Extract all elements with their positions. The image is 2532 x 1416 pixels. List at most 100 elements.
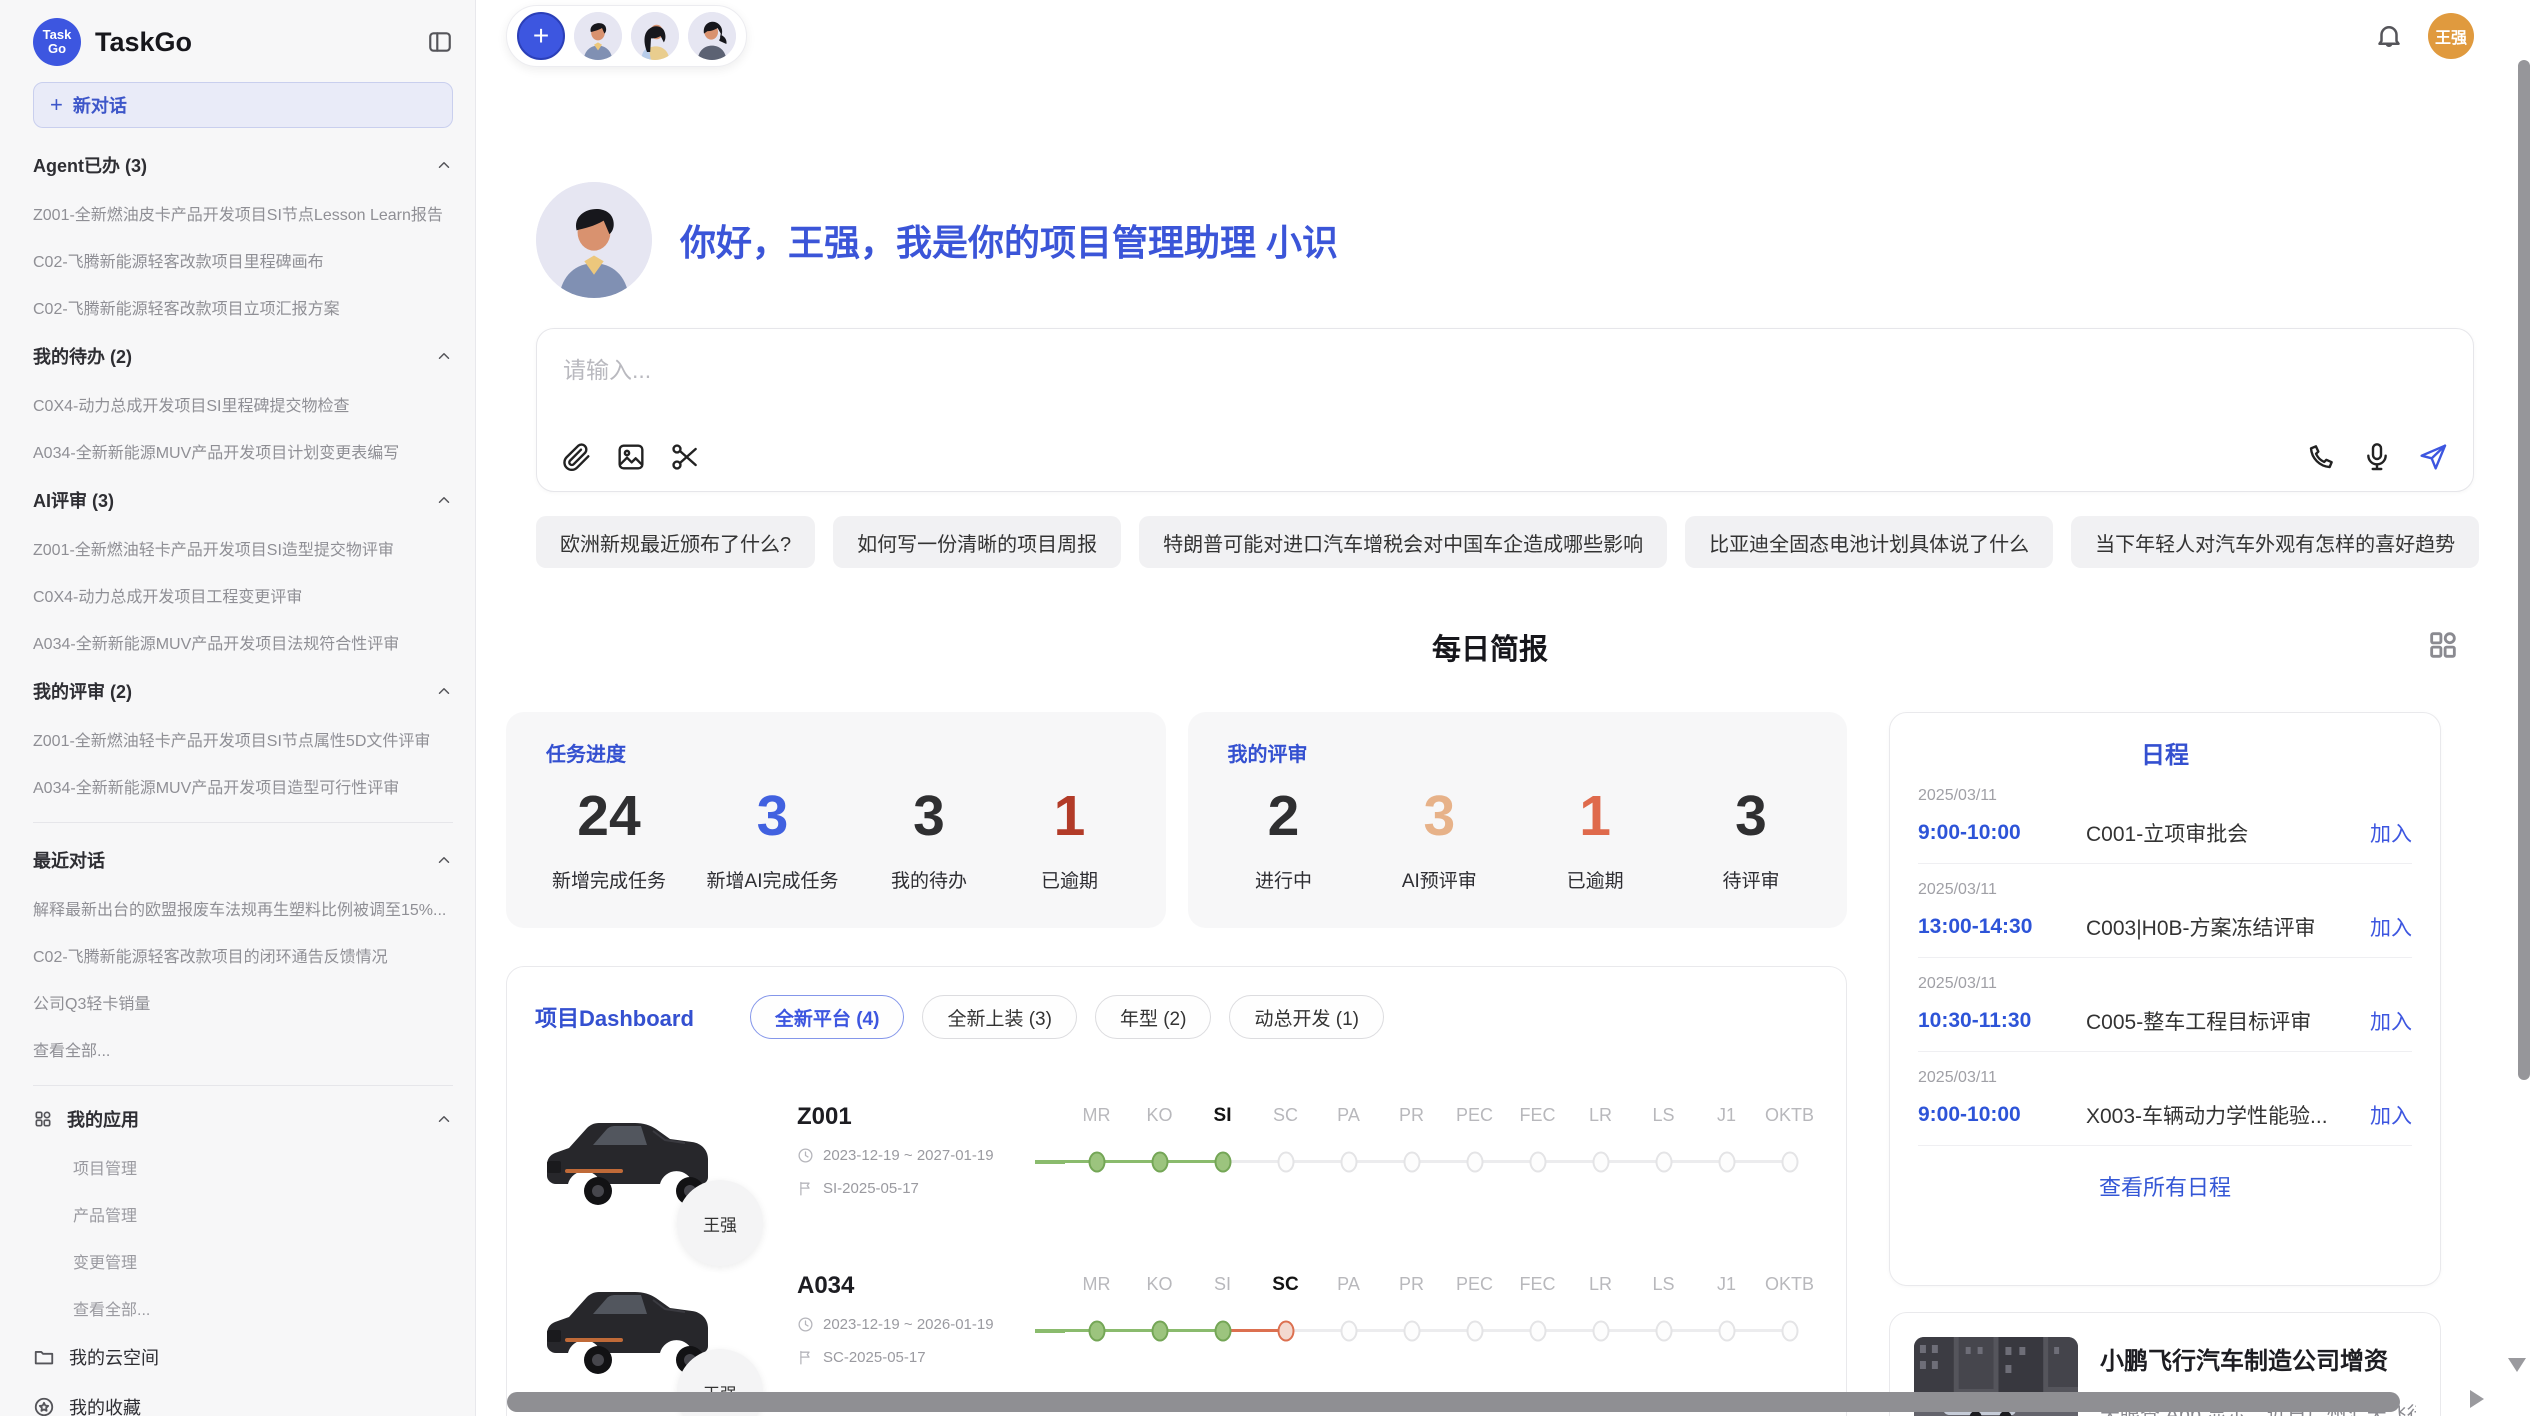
sidebar-item[interactable]: A034-全新新能源MUV产品开发项目计划变更表编写 [33,439,453,463]
stat-item[interactable]: 3 AI预评审 [1389,785,1489,893]
sidebar-item[interactable]: Z001-全新燃油皮卡产品开发项目SI节点Lesson Learn报告 [33,201,453,225]
assistant-avatar-1[interactable] [574,12,622,60]
sidebar-section-header[interactable]: 我的评审 (2) [33,678,453,704]
dashboard-filter-tab[interactable]: 动总开发 (1) [1229,995,1384,1039]
chevron-up-icon[interactable] [435,851,453,869]
sidebar-item[interactable]: Z001-全新燃油轻卡产品开发项目SI节点属性5D文件评审 [33,727,453,751]
chevron-up-icon[interactable] [435,682,453,700]
milestone-dot[interactable] [1466,1320,1483,1341]
vertical-scrollbar[interactable] [2518,60,2530,1080]
snippet-button[interactable] [669,441,701,473]
milestone-dot[interactable] [1277,1151,1294,1172]
milestone-dot[interactable] [1529,1320,1546,1341]
chevron-up-icon[interactable] [435,1110,453,1128]
dashboard-filter-tab[interactable]: 全新平台 (4) [750,995,905,1039]
assistant-avatar-2[interactable] [631,12,679,60]
milestone-dot[interactable] [1655,1151,1672,1172]
sidebar-item[interactable]: A034-全新新能源MUV产品开发项目造型可行性评审 [33,774,453,798]
milestone-dot[interactable] [1781,1151,1798,1172]
chevron-up-icon[interactable] [435,156,453,174]
recent-chat-item[interactable]: C02-飞腾新能源轻客改款项目的闭环通告反馈情况 [33,943,453,967]
microphone-button[interactable] [2361,441,2393,473]
milestone-dot[interactable] [1529,1151,1546,1172]
milestone-dot[interactable] [1214,1320,1231,1341]
my-apps-header[interactable]: 我的应用 [33,1106,453,1132]
new-chat-button[interactable]: + 新对话 [33,82,453,128]
add-assistant-button[interactable]: + [517,12,565,60]
scroll-down-arrow[interactable] [2508,1358,2526,1372]
sidebar-section-header[interactable]: Agent已办 (3) [33,152,453,178]
dashboard-filter-tab[interactable]: 全新上装 (3) [922,995,1077,1039]
app-menu-item[interactable]: 查看全部... [73,1296,453,1320]
sidebar-item[interactable]: Z001-全新燃油轻卡产品开发项目SI造型提交物评审 [33,536,453,560]
layout-grid-button[interactable] [2426,628,2460,662]
sidebar-section-header[interactable]: AI评审 (3) [33,487,453,513]
sidebar-item[interactable]: C02-飞腾新能源轻客改款项目里程碑画布 [33,248,453,272]
milestone-dot[interactable] [1403,1151,1420,1172]
stat-item[interactable]: 2 进行中 [1234,785,1334,893]
event-join-link[interactable]: 加入 [2370,912,2412,942]
recent-chats-header[interactable]: 最近对话 [33,847,453,873]
app-menu-item[interactable]: 项目管理 [73,1155,453,1179]
chat-input[interactable] [563,351,2447,411]
chevron-up-icon[interactable] [435,347,453,365]
scroll-right-arrow[interactable] [2470,1390,2484,1408]
app-menu-item[interactable]: 变更管理 [73,1249,453,1273]
milestone-dot[interactable] [1718,1320,1735,1341]
app-menu-item[interactable]: 产品管理 [73,1202,453,1226]
voice-call-button[interactable] [2305,441,2337,473]
project-row[interactable]: 王强 Z001 2023-12-19 ~ 2027-01-19 [535,1103,1818,1208]
stat-item[interactable]: 1 已逾期 [1545,785,1645,893]
milestone-dot[interactable] [1151,1320,1168,1341]
sidebar-item-favorites[interactable]: 我的收藏 [33,1394,453,1416]
sidebar-item[interactable]: C0X4-动力总成开发项目SI里程碑提交物检查 [33,392,453,416]
milestone-dot[interactable] [1340,1320,1357,1341]
stat-item[interactable]: 24 新增完成任务 [552,785,666,893]
dashboard-filter-tab[interactable]: 年型 (2) [1095,995,1212,1039]
suggestion-chip[interactable]: 欧洲新规最近颁布了什么? [536,516,815,568]
milestone-dot[interactable] [1655,1320,1672,1341]
milestone-dot[interactable] [1718,1151,1735,1172]
event-join-link[interactable]: 加入 [2370,1100,2412,1130]
milestone-dot[interactable] [1214,1151,1231,1172]
milestone-dot[interactable] [1592,1151,1609,1172]
project-row[interactable]: 王强 A034 2023-12-19 ~ 2026-01-19 [535,1272,1818,1377]
milestone-dot[interactable] [1277,1320,1294,1341]
suggestion-chip[interactable]: 特朗普可能对进口汽车增税会对中国车企造成哪些影响 [1139,516,1667,568]
milestone-dot[interactable] [1403,1320,1420,1341]
stat-item[interactable]: 3 我的待办 [879,785,979,893]
suggestion-chip[interactable]: 比亚迪全固态电池计划具体说了什么 [1685,516,2053,568]
recent-view-all-link[interactable]: 查看全部... [33,1037,453,1061]
sidebar-item[interactable]: C0X4-动力总成开发项目工程变更评审 [33,583,453,607]
milestone-dot[interactable] [1466,1151,1483,1172]
recent-chat-item[interactable]: 公司Q3轻卡销量 [33,990,453,1014]
sidebar-item[interactable]: C02-飞腾新能源轻客改款项目立项汇报方案 [33,295,453,319]
attach-button[interactable] [561,441,593,473]
sidebar-item-cloud-space[interactable]: 我的云空间 [33,1344,453,1370]
collapse-sidebar-button[interactable] [427,29,453,55]
milestone-dot[interactable] [1088,1151,1105,1172]
send-button[interactable] [2417,441,2449,473]
event-join-link[interactable]: 加入 [2370,1006,2412,1036]
assistant-avatar-3[interactable] [688,12,736,60]
recent-chat-item[interactable]: 解释最新出台的欧盟报废车法规再生塑料比例被调至15%... [33,896,453,920]
milestone-dot[interactable] [1088,1320,1105,1341]
user-avatar[interactable]: 王强 [2428,13,2474,59]
horizontal-scrollbar[interactable] [507,1392,2400,1412]
milestone-dot[interactable] [1340,1151,1357,1172]
stat-item[interactable]: 1 已逾期 [1019,785,1119,893]
sidebar-item[interactable]: A034-全新新能源MUV产品开发项目法规符合性评审 [33,630,453,654]
milestone-dot[interactable] [1592,1320,1609,1341]
stat-item[interactable]: 3 新增AI完成任务 [707,785,839,893]
chevron-up-icon[interactable] [435,491,453,509]
view-all-schedule-link[interactable]: 查看所有日程 [1918,1170,2412,1202]
stat-item[interactable]: 3 待评审 [1701,785,1801,893]
milestone-dot[interactable] [1151,1151,1168,1172]
notifications-button[interactable] [2374,21,2404,51]
suggestion-chip[interactable]: 如何写一份清晰的项目周报 [833,516,1121,568]
event-join-link[interactable]: 加入 [2370,818,2412,848]
milestone-dot[interactable] [1781,1320,1798,1341]
suggestion-chip[interactable]: 当下年轻人对汽车外观有怎样的喜好趋势 [2071,516,2479,568]
image-upload-button[interactable] [615,441,647,473]
sidebar-section-header[interactable]: 我的待办 (2) [33,343,453,369]
